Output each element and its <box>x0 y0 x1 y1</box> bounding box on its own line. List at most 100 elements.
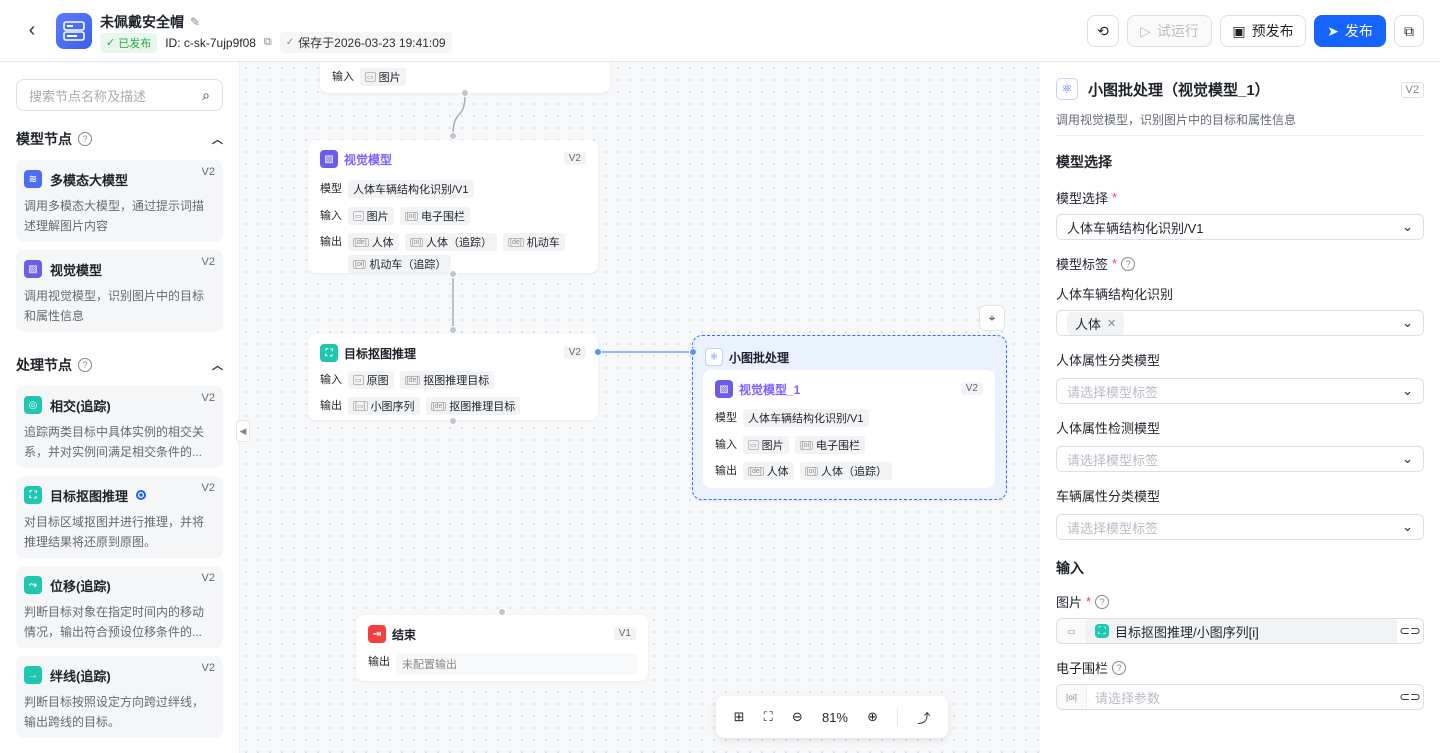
prepublish-button[interactable]: ▣ 预发布 <box>1220 15 1306 47</box>
zoom-out-icon[interactable]: ⊖ <box>792 709 803 725</box>
process-section-header[interactable]: 处理节点? ︿ <box>16 355 223 375</box>
model-label: 模型 <box>320 183 342 195</box>
vision-model-node[interactable]: ▨ 视觉模型 V2 模型 人体车辆结构化识别/V1 输入 ▭ 图片 [oi] 电子围栏 输出… <box>308 140 598 273</box>
model-value: 人体车辆结构化识别/V1 <box>743 409 869 427</box>
input-port[interactable] <box>689 348 697 356</box>
target-icon: ◎ <box>24 396 42 414</box>
required-mark: * <box>1112 256 1118 271</box>
copy-icon[interactable]: ⧉ <box>264 36 272 49</box>
output-port[interactable] <box>594 348 602 356</box>
param-tag: [▭] 小图序列 <box>348 397 420 415</box>
end-node[interactable]: ⇥ 结束 V1 输出 未配置输出 <box>356 615 648 681</box>
help-icon: ? <box>78 132 92 146</box>
param-tag: [oi] 人体（追踪） <box>404 233 498 251</box>
zoom-toolbar: ⊞ ⛶ ⊖ 81% ⊕ ⤴ <box>716 696 948 738</box>
image-input-field[interactable]: ▭ ⛶ 目标抠图推理/小图序列[i] ⊂⊃ <box>1056 618 1424 644</box>
node-card-crop-infer[interactable]: ⛶ 目标抠图推理 V2 对目标区域抠图并进行推理，并将推理结果将还原到原图。 <box>16 476 223 558</box>
param-tag-text: 机动车 <box>526 237 560 249</box>
param-tag-text: 抠图推理目标 <box>449 401 516 413</box>
header-meta: ✓ 已发布 ID: c-sk-7ujp9f08 ⧉ ✓ 保存于2026-03-23 … <box>100 32 452 53</box>
grid-icon[interactable]: ⊞ <box>734 709 745 725</box>
help-icon[interactable]: ? <box>1095 594 1110 609</box>
fit-view-icon[interactable]: ⛶ <box>764 709 773 725</box>
node-card-intersect[interactable]: ◎ 相交(追踪) V2 追踪两类目标中具体实例的相交关系，并对实例间满足相交条件的… <box>16 386 223 468</box>
output-port[interactable] <box>449 270 457 278</box>
input-port[interactable] <box>449 326 457 334</box>
param-tag: [de] 人体 <box>743 462 794 480</box>
model-select-value: 人体车辆结构化识别/V1 <box>1067 220 1204 236</box>
output-port[interactable] <box>461 89 469 97</box>
node-card-vision[interactable]: ▨ 视觉模型 V2 调用视觉模型，识别图片中的目标和属性信息 <box>16 250 223 332</box>
chevron-up-icon[interactable]: ︿ <box>212 131 223 147</box>
exit-icon: ⇥ <box>368 625 386 643</box>
node-card-multimodal[interactable]: ≋ 多模态大模型 V2 调用多模态大模型，通过提示词描述理解图片内容 <box>16 160 223 242</box>
model-select-label: 模型选择 <box>1056 191 1109 206</box>
param-tag-text: 机动车（追踪） <box>369 259 447 271</box>
app-icon <box>56 13 92 49</box>
node-card-version: V2 <box>201 482 215 494</box>
crop-infer-node[interactable]: ⛶ 目标抠图推理 V2 输入 ▭ 原图 [de] 抠图推理目标 输出 [▭] 小图序列 [de]… <box>308 334 598 420</box>
sub-model-select-3[interactable]: 请选择模型标签 ⌄ <box>1056 446 1424 472</box>
inner-vision-node[interactable]: ▨ 视觉模型_1 V2 模型 人体车辆结构化识别/V1 输入 ▭ 图片 [oi] 电子围栏 … <box>703 370 995 488</box>
test-run-button[interactable]: ▷ 试运行 <box>1127 15 1212 47</box>
sub-model-label: 人体车辆结构化识别 <box>1056 287 1174 302</box>
chevron-down-icon: ⌄ <box>1402 519 1413 534</box>
chevron-up-icon[interactable]: ︿ <box>212 357 223 373</box>
pin-icon: ⌖ <box>988 310 996 325</box>
model-tag-label: 模型标签 <box>1056 257 1109 272</box>
divider <box>897 708 899 726</box>
model-section-header[interactable]: 模型节点? ︿ <box>16 129 223 149</box>
workflow-canvas[interactable]: 输入 ▭ 图片 ▨ 视觉模型 V2 模型 人体车辆结构化识别/V1 输入 ▭ 图片 [oi] 电… <box>240 62 1040 753</box>
collapse-panel-button[interactable]: ◀ <box>236 420 250 442</box>
input-label: 输入 <box>320 374 342 386</box>
param-tag: ▭ 图片 <box>360 68 406 86</box>
param-tag-text: 人体（追踪） <box>426 237 493 249</box>
node-action-button[interactable]: ⌖ <box>979 305 1005 331</box>
param-tag: [oi] 机动车（追踪） <box>348 255 452 273</box>
node-card-desc: 调用多模态大模型，通过提示词描述理解图片内容 <box>24 199 205 233</box>
output-label: 输出 <box>320 400 342 412</box>
model-select[interactable]: 人体车辆结构化识别/V1 ⌄ <box>1056 214 1424 240</box>
status-text: 已发布 <box>118 37 152 50</box>
process-section-title: 处理节点 <box>16 357 72 373</box>
connector-style-icon[interactable]: ⤴ <box>917 708 930 727</box>
properties-panel: ⚛ 小图批处理（视觉模型_1） V2 调用视觉模型，识别图片中的目标和属性信息 模… <box>1040 62 1440 753</box>
copy-flow-button[interactable]: ⧉ <box>1394 15 1424 47</box>
param-tag-text: 小图序列 <box>370 401 415 413</box>
output-port[interactable] <box>449 417 457 425</box>
zoom-in-icon[interactable]: ⊕ <box>867 709 878 725</box>
search-input[interactable]: 搜索节点名称及描述 ⌕ <box>16 79 223 111</box>
node-card-title: 视觉模型 <box>50 262 103 278</box>
link-icon[interactable]: ⊂⊃ <box>1397 623 1423 639</box>
help-icon[interactable]: ? <box>1112 660 1127 675</box>
fence-input-field[interactable]: [oi] 请选择参数 ⊂⊃ <box>1056 684 1424 710</box>
crop-icon: ⛶ <box>24 486 42 504</box>
node-title: 小图批处理 <box>729 350 790 365</box>
batch-process-node[interactable]: ⚛ 小图批处理 ▨ 视觉模型_1 V2 模型 人体车辆结构化识别/V1 输入 ▭ 图片 [o… <box>692 335 1007 500</box>
input-port[interactable] <box>449 132 457 140</box>
node-card-tripwire[interactable]: → 绊线(追踪) V2 判断目标按照设定方向跨过绊线，输出跨线的目标。 <box>16 656 223 738</box>
inner-node-version: V2 <box>960 382 983 395</box>
sub-model-select-4[interactable]: 请选择模型标签 ⌄ <box>1056 514 1424 540</box>
search-placeholder: 搜索节点名称及描述 <box>29 88 147 104</box>
publish-button[interactable]: ➤ 发布 <box>1314 15 1386 47</box>
node-card-displacement[interactable]: ⤳ 位移(追踪) V2 判断目标对象在指定时间内的移动情况，输出符合预设位移条件的… <box>16 566 223 648</box>
link-icon[interactable]: ⊂⊃ <box>1397 689 1423 705</box>
input-label: 输入 <box>332 71 354 83</box>
sub-model-select-2[interactable]: 请选择模型标签 ⌄ <box>1056 378 1424 404</box>
chip-text: 人体 <box>1075 316 1102 332</box>
node-title: 结束 <box>392 627 417 642</box>
param-tag: ▭ 图片 <box>348 207 394 225</box>
history-button[interactable]: ⟲ <box>1087 15 1119 47</box>
node-card-desc: 调用视觉模型，识别图片中的目标和属性信息 <box>24 289 205 323</box>
close-icon[interactable]: ✕ <box>1107 317 1116 330</box>
param-tag-text: 电子围栏 <box>420 211 465 223</box>
edit-icon[interactable]: ✎ <box>190 15 200 29</box>
back-icon[interactable]: ‹ <box>20 18 44 42</box>
input-port[interactable] <box>498 608 506 616</box>
prepublish-label: 预发布 <box>1251 23 1294 39</box>
sub-model-select-1[interactable]: 人体 ✕ ⌄ <box>1056 310 1424 336</box>
help-icon[interactable]: ? <box>1121 256 1136 271</box>
node-card-version: V2 <box>201 662 215 674</box>
node-card-version: V2 <box>201 256 215 268</box>
